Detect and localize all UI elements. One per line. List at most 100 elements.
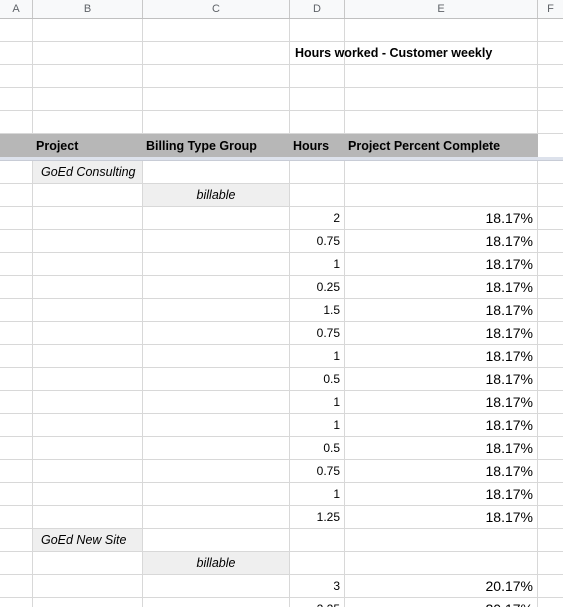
cell-col-b[interactable]	[33, 460, 143, 483]
cell-a2[interactable]	[0, 42, 33, 65]
cell-col-f[interactable]	[538, 299, 563, 322]
cell-col-c[interactable]	[143, 276, 290, 299]
cell-f3[interactable]	[538, 65, 563, 88]
hours-value[interactable]: 1.25	[290, 506, 345, 529]
cell-col-f[interactable]	[538, 391, 563, 414]
table-header-blank[interactable]	[0, 134, 33, 157]
cell-col-b[interactable]	[33, 575, 143, 598]
hours-value[interactable]: 2.25	[290, 598, 345, 607]
cell-e3[interactable]	[345, 65, 538, 88]
cell-f4[interactable]	[538, 88, 563, 111]
cell-col-f[interactable]	[538, 437, 563, 460]
cell-col-a[interactable]	[0, 184, 33, 207]
spreadsheet-grid[interactable]: A B C D E F Hours worked - Customer week…	[0, 0, 563, 607]
cell-col-e[interactable]	[345, 184, 538, 207]
cell-d3[interactable]	[290, 65, 345, 88]
cell-c5[interactable]	[143, 111, 290, 134]
cell-c1[interactable]	[143, 19, 290, 42]
cell-col-a[interactable]	[0, 414, 33, 437]
percent-complete-value[interactable]: 18.17%	[345, 483, 538, 506]
table-header-project-percent-complete[interactable]: Project Percent Complete	[345, 134, 538, 157]
percent-complete-value[interactable]: 18.17%	[345, 437, 538, 460]
table-header-billing-type-group[interactable]: Billing Type Group	[143, 134, 290, 157]
cell-a5[interactable]	[0, 111, 33, 134]
cell-col-b[interactable]	[33, 322, 143, 345]
hours-value[interactable]: 0.75	[290, 230, 345, 253]
cell-e5[interactable]	[345, 111, 538, 134]
cell-col-b[interactable]	[33, 207, 143, 230]
cell-col-a[interactable]	[0, 276, 33, 299]
cell-c3[interactable]	[143, 65, 290, 88]
hours-value[interactable]: 0.75	[290, 460, 345, 483]
percent-complete-value[interactable]: 18.17%	[345, 368, 538, 391]
cell-col-c[interactable]	[143, 207, 290, 230]
hours-value[interactable]: 1	[290, 345, 345, 368]
hours-value[interactable]: 2	[290, 207, 345, 230]
percent-complete-value[interactable]: 18.17%	[345, 345, 538, 368]
cell-col-b[interactable]	[33, 299, 143, 322]
cell-e1[interactable]	[345, 19, 538, 42]
cell-col-f[interactable]	[538, 483, 563, 506]
cell-a1[interactable]	[0, 19, 33, 42]
cell-col-f[interactable]	[538, 598, 563, 607]
cell-col-a[interactable]	[0, 437, 33, 460]
percent-complete-value[interactable]: 18.17%	[345, 391, 538, 414]
cell-col-c[interactable]	[143, 368, 290, 391]
cell-col-c[interactable]	[143, 483, 290, 506]
cell-col-f[interactable]	[538, 161, 563, 184]
column-header-b[interactable]: B	[33, 0, 143, 18]
cell-col-e[interactable]	[345, 529, 538, 552]
report-title[interactable]: Hours worked - Customer weekly	[290, 42, 492, 65]
column-header-d[interactable]: D	[290, 0, 345, 18]
percent-complete-value[interactable]: 18.17%	[345, 253, 538, 276]
cell-col-b[interactable]	[33, 552, 143, 575]
cell-b3[interactable]	[33, 65, 143, 88]
cell-d1[interactable]	[290, 19, 345, 42]
cell-a4[interactable]	[0, 88, 33, 111]
cell-col-c[interactable]	[143, 253, 290, 276]
cell-col-f[interactable]	[538, 276, 563, 299]
cell-b5[interactable]	[33, 111, 143, 134]
cell-col-d[interactable]	[290, 161, 345, 184]
cell-d5[interactable]	[290, 111, 345, 134]
cell-col-a[interactable]	[0, 345, 33, 368]
cell-f2[interactable]	[538, 42, 563, 65]
cell-col-f[interactable]	[538, 345, 563, 368]
table-header-hours[interactable]: Hours	[290, 134, 345, 157]
cell-col-d[interactable]	[290, 184, 345, 207]
percent-complete-value[interactable]: 18.17%	[345, 230, 538, 253]
hours-value[interactable]: 0.5	[290, 437, 345, 460]
hours-value[interactable]: 1	[290, 414, 345, 437]
cell-b2[interactable]	[33, 42, 143, 65]
cell-col-b[interactable]	[33, 276, 143, 299]
cell-d4[interactable]	[290, 88, 345, 111]
percent-complete-value[interactable]: 18.17%	[345, 460, 538, 483]
column-header-e[interactable]: E	[345, 0, 538, 18]
cell-col-f[interactable]	[538, 414, 563, 437]
cell-col-a[interactable]	[0, 207, 33, 230]
cell-b1[interactable]	[33, 19, 143, 42]
cell-col-f[interactable]	[538, 506, 563, 529]
cell-col-d[interactable]	[290, 529, 345, 552]
cell-col-c[interactable]	[143, 414, 290, 437]
percent-complete-value[interactable]: 18.17%	[345, 414, 538, 437]
cell-col-a[interactable]	[0, 299, 33, 322]
percent-complete-value[interactable]: 20.17%	[345, 598, 538, 607]
cell-col-b[interactable]	[33, 253, 143, 276]
cell-col-f[interactable]	[538, 184, 563, 207]
hours-value[interactable]: 1.5	[290, 299, 345, 322]
cell-col-b[interactable]	[33, 391, 143, 414]
hours-value[interactable]: 0.75	[290, 322, 345, 345]
cell-col-a[interactable]	[0, 506, 33, 529]
column-header-c[interactable]: C	[143, 0, 290, 18]
cell-col-c[interactable]	[143, 230, 290, 253]
hours-value[interactable]: 1	[290, 391, 345, 414]
cell-col-b[interactable]	[33, 230, 143, 253]
cell-col-a[interactable]	[0, 483, 33, 506]
cell-col-a[interactable]	[0, 368, 33, 391]
cell-col-f[interactable]	[538, 575, 563, 598]
cell-col-f[interactable]	[538, 368, 563, 391]
cell-col-c[interactable]	[143, 322, 290, 345]
percent-complete-value[interactable]: 18.17%	[345, 322, 538, 345]
cell-col-a[interactable]	[0, 253, 33, 276]
